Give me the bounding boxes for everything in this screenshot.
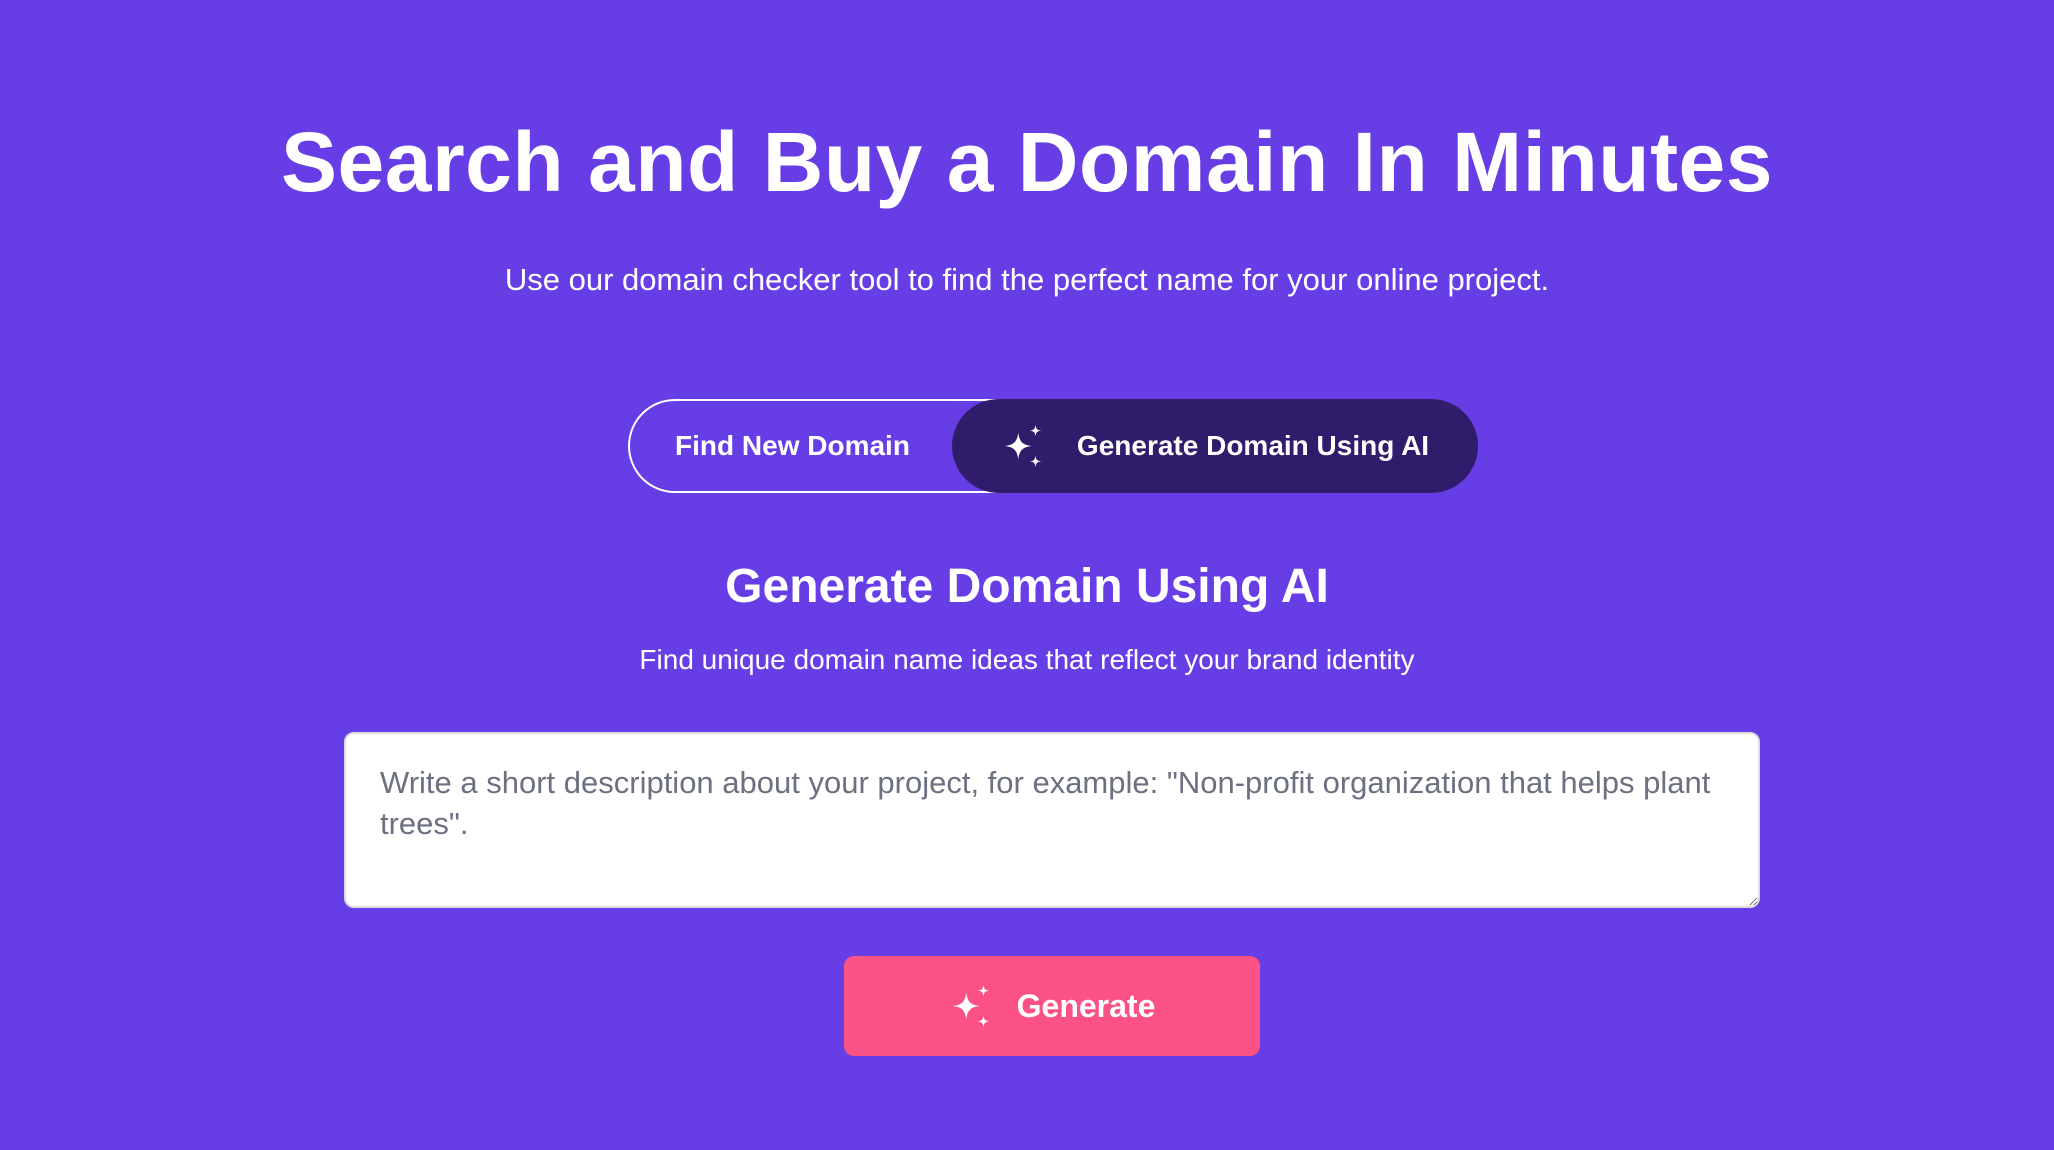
sparkle-icon — [1004, 424, 1042, 467]
generate-button[interactable]: Generate — [844, 956, 1260, 1056]
generate-button-label: Generate — [1016, 987, 1156, 1024]
search-mode-toggle: Find New Domain Generate Domain Using AI — [628, 398, 1478, 493]
page-subtitle: Use our domain checker tool to find the … — [504, 262, 1550, 297]
ai-section-title: Generate Domain Using AI — [725, 560, 1329, 613]
tab-generate-domain-ai[interactable]: Generate Domain Using AI — [952, 398, 1478, 493]
ai-section-subtitle: Find unique domain name ideas that refle… — [639, 644, 1415, 675]
page-title: Search and Buy a Domain In Minutes — [281, 115, 1773, 209]
project-description-input[interactable] — [344, 732, 1760, 908]
tab-generate-domain-ai-label: Generate Domain Using AI — [1076, 429, 1430, 461]
tab-find-new-domain-label: Find New Domain — [675, 429, 910, 461]
tab-find-new-domain[interactable]: Find New Domain — [628, 399, 958, 493]
sparkle-icon — [952, 984, 989, 1028]
domain-search-hero: Search and Buy a Domain In Minutes Use o… — [0, 0, 2054, 1150]
